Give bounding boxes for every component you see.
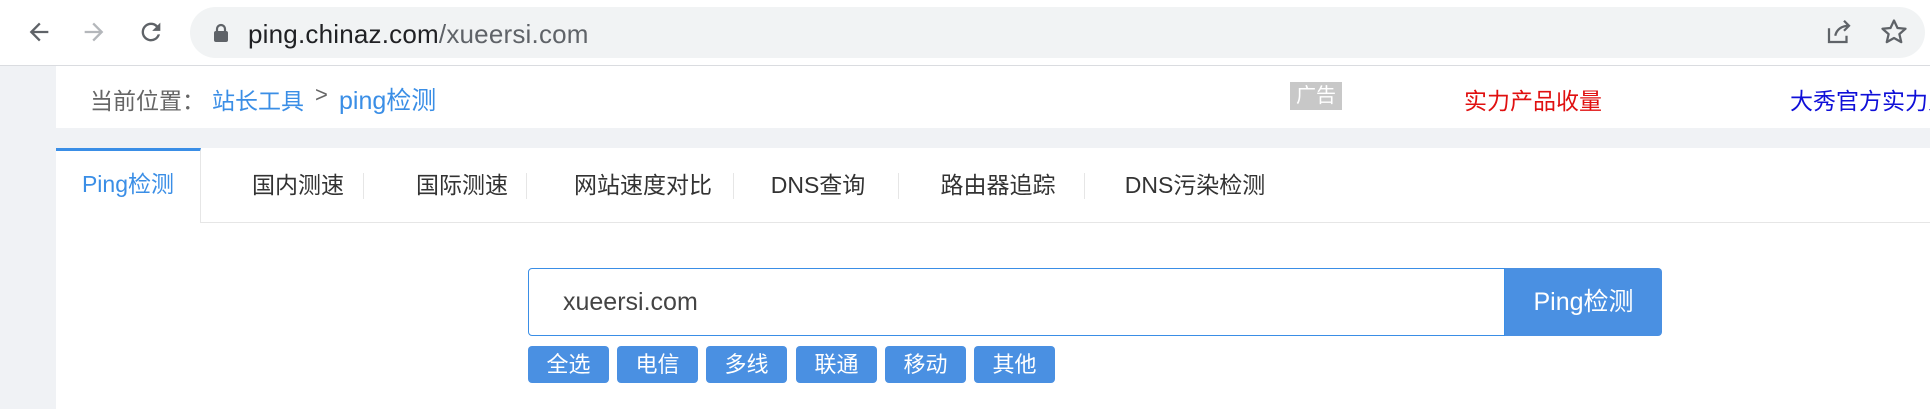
- tab-domestic-speed[interactable]: 国内测速: [230, 148, 366, 222]
- ping-submit-button[interactable]: Ping检测: [1505, 268, 1662, 336]
- filter-unicom[interactable]: 联通: [796, 346, 877, 383]
- breadcrumb-link-ping[interactable]: ping检测: [339, 81, 436, 117]
- main-panel: Ping检测 国内测速 国际测速 网站速度对比 DNS查询 路由器追踪 DNS污…: [56, 148, 1930, 409]
- filter-all[interactable]: 全选: [528, 346, 609, 383]
- page-content: 当前位置： 站长工具 > ping检测 广告 实力产品收量 大秀官方实力入 Pi…: [0, 66, 1930, 409]
- breadcrumb: 当前位置： 站长工具 > ping检测 广告 实力产品收量 大秀官方实力入: [56, 66, 1930, 128]
- tab-speed-compare[interactable]: 网站速度对比: [556, 148, 730, 222]
- filter-other[interactable]: 其他: [974, 346, 1055, 383]
- ad-link-2[interactable]: 大秀官方实力入: [1790, 82, 1930, 116]
- url-host: ping.chinaz.com: [248, 19, 439, 49]
- reload-icon: [141, 22, 161, 42]
- tab-divider: [526, 173, 527, 199]
- back-arrow-icon: [29, 22, 49, 42]
- lock-icon: [214, 23, 228, 42]
- ad-badge: 广告: [1290, 82, 1342, 110]
- tab-bar: Ping检测 国内测速 国际测速 网站速度对比 DNS查询 路由器追踪 DNS污…: [56, 148, 1930, 223]
- breadcrumb-link-tools[interactable]: 站长工具: [212, 82, 304, 116]
- filter-telecom[interactable]: 电信: [617, 346, 698, 383]
- tab-divider: [363, 173, 364, 199]
- tab-dns-pollution[interactable]: DNS污染检测: [1108, 148, 1282, 222]
- breadcrumb-prefix: 当前位置：: [90, 88, 205, 114]
- url-path: /xueersi.com: [438, 19, 589, 49]
- bookmark-star-icon[interactable]: [1879, 17, 1909, 47]
- tab-traceroute[interactable]: 路由器追踪: [922, 148, 1074, 222]
- filter-mobile[interactable]: 移动: [885, 346, 966, 383]
- address-bar[interactable]: ping.chinaz.com/xueersi.com: [190, 7, 1925, 58]
- tab-dns-query[interactable]: DNS查询: [756, 148, 880, 222]
- reload-button[interactable]: [131, 12, 171, 52]
- browser-toolbar: ping.chinaz.com/xueersi.com: [0, 0, 1930, 66]
- back-button[interactable]: [19, 12, 59, 52]
- tab-international-speed[interactable]: 国际测速: [394, 148, 530, 222]
- tab-divider: [898, 173, 899, 199]
- tab-ping[interactable]: Ping检测: [56, 148, 201, 223]
- tab-divider: [1084, 173, 1085, 199]
- forward-button[interactable]: [74, 12, 114, 52]
- forward-arrow-icon: [84, 22, 104, 42]
- breadcrumb-separator: >: [315, 82, 328, 107]
- domain-input[interactable]: xueersi.com: [528, 268, 1505, 336]
- share-icon[interactable]: [1824, 17, 1854, 47]
- filter-multiline[interactable]: 多线: [706, 346, 787, 383]
- tab-divider: [733, 173, 734, 199]
- ad-link-1[interactable]: 实力产品收量: [1464, 82, 1602, 116]
- url-text[interactable]: ping.chinaz.com/xueersi.com: [248, 19, 589, 50]
